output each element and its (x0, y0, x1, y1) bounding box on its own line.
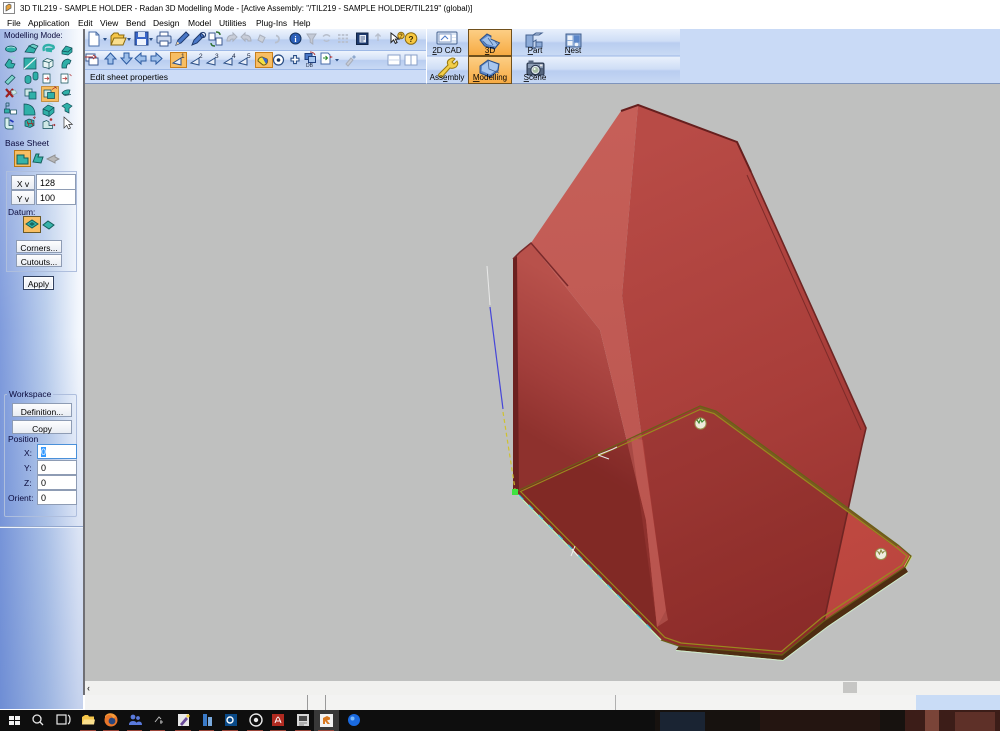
svg-text:?: ? (399, 34, 403, 40)
svg-text:Scene: Scene (524, 73, 547, 82)
svg-text:2D CAD: 2D CAD (432, 46, 462, 55)
svg-text:Nest: Nest (565, 46, 582, 55)
svg-text:2: 2 (199, 53, 203, 60)
svg-text:3: 3 (215, 53, 219, 60)
svg-text:Part: Part (528, 46, 543, 55)
svg-text:Modelling: Modelling (473, 73, 507, 82)
svg-text:1: 1 (181, 53, 185, 60)
svg-text:?: ? (408, 34, 413, 44)
svg-text:4: 4 (232, 53, 236, 60)
svg-text:Assembly: Assembly (430, 73, 465, 82)
svg-text:DB: DB (306, 63, 314, 69)
svg-text:3D: 3D (485, 46, 495, 55)
svg-text:5: 5 (247, 53, 251, 60)
